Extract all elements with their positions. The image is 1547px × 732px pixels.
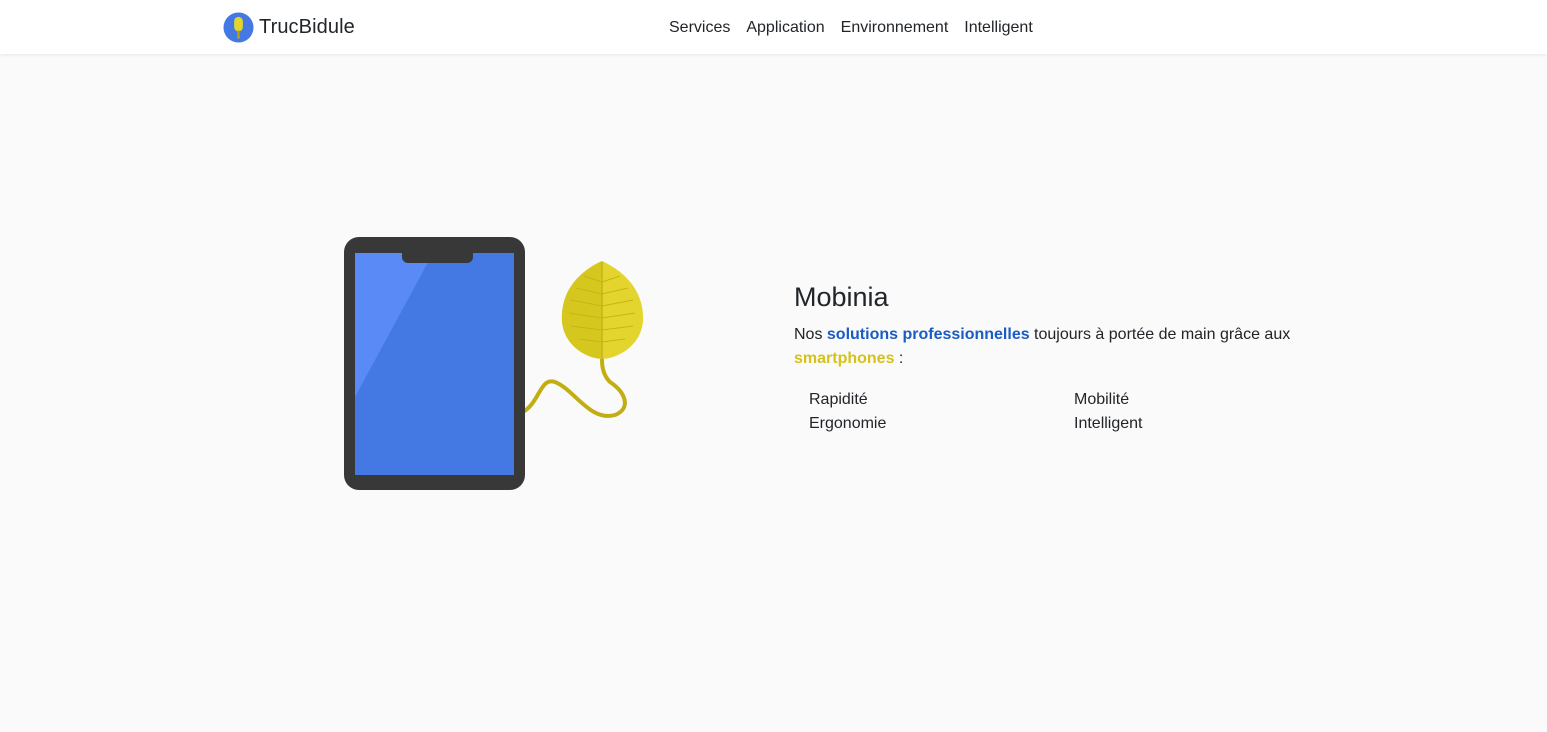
feature-item-mobilite: Mobilité	[1074, 391, 1130, 408]
brand-link[interactable]: TrucBidule	[223, 11, 355, 43]
lead-highlight-smartphones: smartphones	[794, 350, 895, 367]
phone-with-leaf-plug-icon	[344, 237, 644, 490]
nav-link-application[interactable]: Application	[738, 19, 832, 37]
navbar: TrucBidule Services Application Environn…	[0, 0, 1547, 54]
nav-link-services[interactable]: Services	[661, 19, 738, 37]
lead-suffix: :	[894, 350, 904, 367]
feature-item-rapidite: Rapidité	[809, 391, 868, 408]
hero-content: Mobinia Nos solutions professionnelles t…	[794, 280, 1314, 436]
hero-lead: Nos solutions professionnelles toujours …	[794, 323, 1314, 371]
lead-highlight-solutions: solutions professionnelles	[826, 326, 1030, 343]
lead-prefix: Nos	[794, 326, 827, 343]
lead-middle: toujours à portée de main grâce aux	[1029, 326, 1291, 343]
hero-title: Mobinia	[794, 282, 889, 312]
feature-list: Rapidité Mobilité Ergonomie Intelligent	[809, 388, 1314, 436]
main-nav: Services Application Environnement Intel…	[661, 17, 1041, 39]
feature-item-ergonomie: Ergonomie	[809, 415, 887, 432]
nav-link-environnement[interactable]: Environnement	[833, 19, 957, 37]
brand-name: TrucBidule	[259, 15, 355, 38]
bulb-logo-icon	[223, 11, 254, 43]
feature-item-intelligent: Intelligent	[1074, 415, 1143, 432]
nav-link-intelligent[interactable]: Intelligent	[956, 19, 1041, 37]
